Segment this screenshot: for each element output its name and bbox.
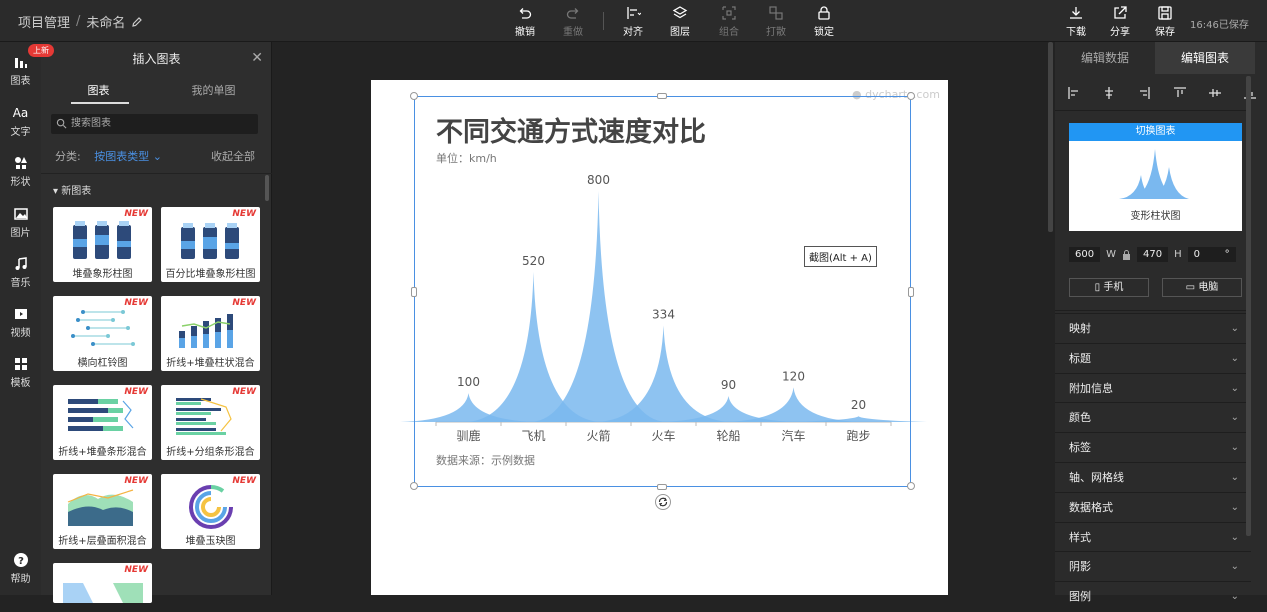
chevron-down-icon: ⌄	[1230, 382, 1239, 394]
section-label: 附加信息	[1069, 381, 1113, 395]
align-top-icon[interactable]	[1173, 86, 1187, 100]
section-label: 映射	[1069, 322, 1091, 335]
phone-icon: ▯	[1094, 282, 1101, 293]
section-label: 轴、网格线	[1069, 471, 1124, 484]
rotation-unit: °	[1224, 249, 1230, 260]
resize-handle[interactable]	[907, 92, 915, 100]
section-label: 标签	[1069, 441, 1091, 455]
lock-ratio-icon[interactable]	[1122, 249, 1131, 260]
height-input[interactable]: 470	[1136, 247, 1169, 262]
section-label: 数据格式	[1069, 500, 1113, 514]
chevron-down-icon: ⌄	[1230, 412, 1239, 424]
chevron-down-icon: ⌄	[1230, 472, 1239, 483]
chevron-down-icon: ⌄	[1230, 352, 1239, 364]
chevron-down-icon: ⌄	[1230, 442, 1239, 454]
resize-handle[interactable]	[411, 287, 417, 297]
settings-section[interactable]: 样式 ⌄	[1055, 521, 1251, 552]
settings-section[interactable]: 标签 ⌄	[1055, 432, 1251, 462]
settings-section[interactable]: 阴影 ⌄	[1055, 551, 1251, 581]
tab-edit-data[interactable]: 编辑数据	[1055, 42, 1155, 74]
chevron-down-icon: ⌄	[1230, 561, 1239, 573]
right-panel: 编辑数据 编辑图表 切换图表 变形柱状图 600 W 470 H 0 ° ▯ 手…	[1055, 42, 1267, 603]
mobile-view-button[interactable]: ▯ 手机	[1069, 278, 1149, 297]
align-center-v-icon[interactable]	[1208, 86, 1222, 100]
resize-handle[interactable]	[657, 484, 667, 490]
chevron-down-icon: ⌄	[1230, 591, 1239, 603]
section-label: 阴影	[1069, 560, 1091, 574]
height-label: H	[1174, 249, 1182, 260]
desktop-label: 电脑	[1198, 282, 1219, 293]
section-label: 标题	[1069, 351, 1091, 365]
section-label: 颜色	[1069, 411, 1091, 425]
resize-handle[interactable]	[907, 482, 915, 490]
size-controls: 600 W 470 H 0 °	[1069, 247, 1236, 262]
settings-section[interactable]: 数据格式 ⌄	[1055, 491, 1251, 522]
right-panel-scrollbar[interactable]	[1246, 76, 1251, 536]
width-input[interactable]: 600	[1069, 247, 1101, 262]
settings-section[interactable]: 轴、网格线 ⌄	[1055, 462, 1251, 492]
new-feature-badge: 上新	[28, 44, 54, 57]
divider	[1055, 110, 1251, 111]
settings-section[interactable]: 颜色 ⌄	[1055, 402, 1251, 432]
tab-edit-chart[interactable]: 编辑图表	[1155, 42, 1255, 74]
settings-section[interactable]: 映射 ⌄	[1055, 313, 1251, 343]
monitor-icon: ▭	[1185, 282, 1196, 293]
chart-type-preview[interactable]: 切换图表 变形柱状图	[1069, 123, 1242, 231]
resize-handle[interactable]	[410, 92, 418, 100]
desktop-view-button[interactable]: ▭ 电脑	[1162, 278, 1242, 297]
resize-handle[interactable]	[410, 482, 418, 490]
pictorial-bar-thumbnail	[1119, 149, 1189, 199]
settings-section[interactable]: 图例 ⌄	[1055, 581, 1251, 611]
chevron-down-icon: ⌄	[1230, 531, 1239, 543]
divider	[1055, 310, 1251, 311]
align-right-icon[interactable]	[1137, 86, 1151, 100]
screenshot-tooltip: 截图(Alt + A)	[804, 246, 877, 267]
align-center-h-icon[interactable]	[1102, 86, 1116, 100]
section-label: 图例	[1069, 590, 1091, 604]
switch-chart-button[interactable]: 切换图表	[1069, 123, 1242, 141]
canvas-scrollbar[interactable]	[1048, 42, 1053, 232]
resize-handle[interactable]	[908, 287, 914, 297]
chevron-down-icon: ⌄	[1230, 501, 1239, 513]
chart-type-name: 变形柱状图	[1130, 211, 1181, 222]
rotation-input[interactable]: 0 °	[1187, 247, 1236, 262]
width-label: W	[1106, 249, 1116, 260]
selection-box[interactable]	[414, 96, 911, 487]
chevron-down-icon: ⌄	[1230, 323, 1239, 334]
align-toolbar	[1067, 86, 1257, 100]
resize-handle[interactable]	[657, 93, 667, 99]
align-left-icon[interactable]	[1067, 86, 1081, 100]
settings-section[interactable]: 标题 ⌄	[1055, 342, 1251, 373]
section-label: 样式	[1069, 530, 1091, 544]
mobile-label: 手机	[1103, 282, 1124, 293]
rotate-icon[interactable]	[655, 494, 671, 510]
settings-section[interactable]: 附加信息 ⌄	[1055, 372, 1251, 403]
rotation-value: 0	[1193, 249, 1200, 260]
